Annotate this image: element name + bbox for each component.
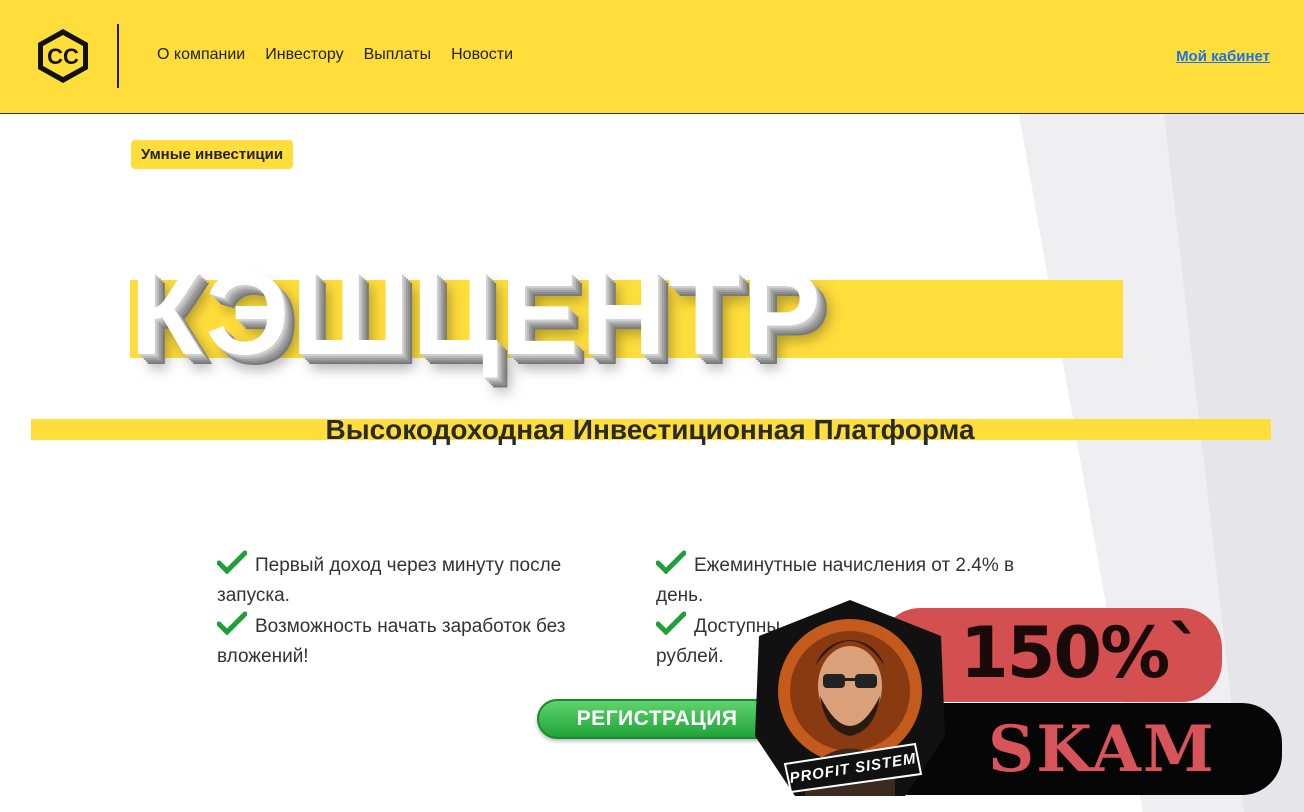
nav-item-news[interactable]: Новости: [451, 46, 513, 64]
scam-badge-text: SKAM: [988, 712, 1216, 787]
my-cabinet-link[interactable]: Мой кабинет: [1176, 48, 1270, 65]
checkmark-icon: [217, 550, 247, 574]
features-left: Первый доход через минуту после запуска.…: [217, 550, 617, 672]
main-nav: О компании Инвестору Выплаты Новости: [157, 46, 513, 64]
feature-text-tail: рублей.: [656, 646, 724, 667]
nav-item-about[interactable]: О компании: [157, 46, 245, 64]
percent-badge-text: 150%`: [960, 612, 1203, 694]
register-button[interactable]: РЕГИСТРАЦИЯ: [537, 699, 777, 739]
feature-text: Первый доход через минуту после запуска.: [217, 555, 562, 606]
nav-item-investor[interactable]: Инвестору: [265, 46, 343, 64]
feature-item: Первый доход через минуту после запуска.: [217, 550, 617, 611]
checkmark-icon: [656, 550, 686, 574]
checkmark-icon: [656, 611, 686, 635]
logo-text: CC: [47, 44, 79, 69]
feature-item: Возможность начать заработок без вложени…: [217, 611, 617, 672]
logo-divider: [117, 24, 119, 88]
hero-subtitle: Высокодоходная Инвестиционная Платформа: [0, 414, 1304, 446]
hero-tag: Умные инвестиции: [131, 140, 294, 169]
site-header: CC О компании Инвестору Выплаты Новости …: [0, 0, 1304, 114]
logo-icon[interactable]: CC: [34, 27, 92, 85]
checkmark-icon: [217, 611, 247, 635]
nav-item-payouts[interactable]: Выплаты: [364, 46, 432, 64]
hero-title: КЭШЦЕНТР: [130, 248, 823, 380]
feature-text: Возможность начать заработок без вложени…: [217, 616, 566, 667]
hero-subtitle-text: Высокодоходная Инвестиционная Платформа: [325, 414, 975, 445]
